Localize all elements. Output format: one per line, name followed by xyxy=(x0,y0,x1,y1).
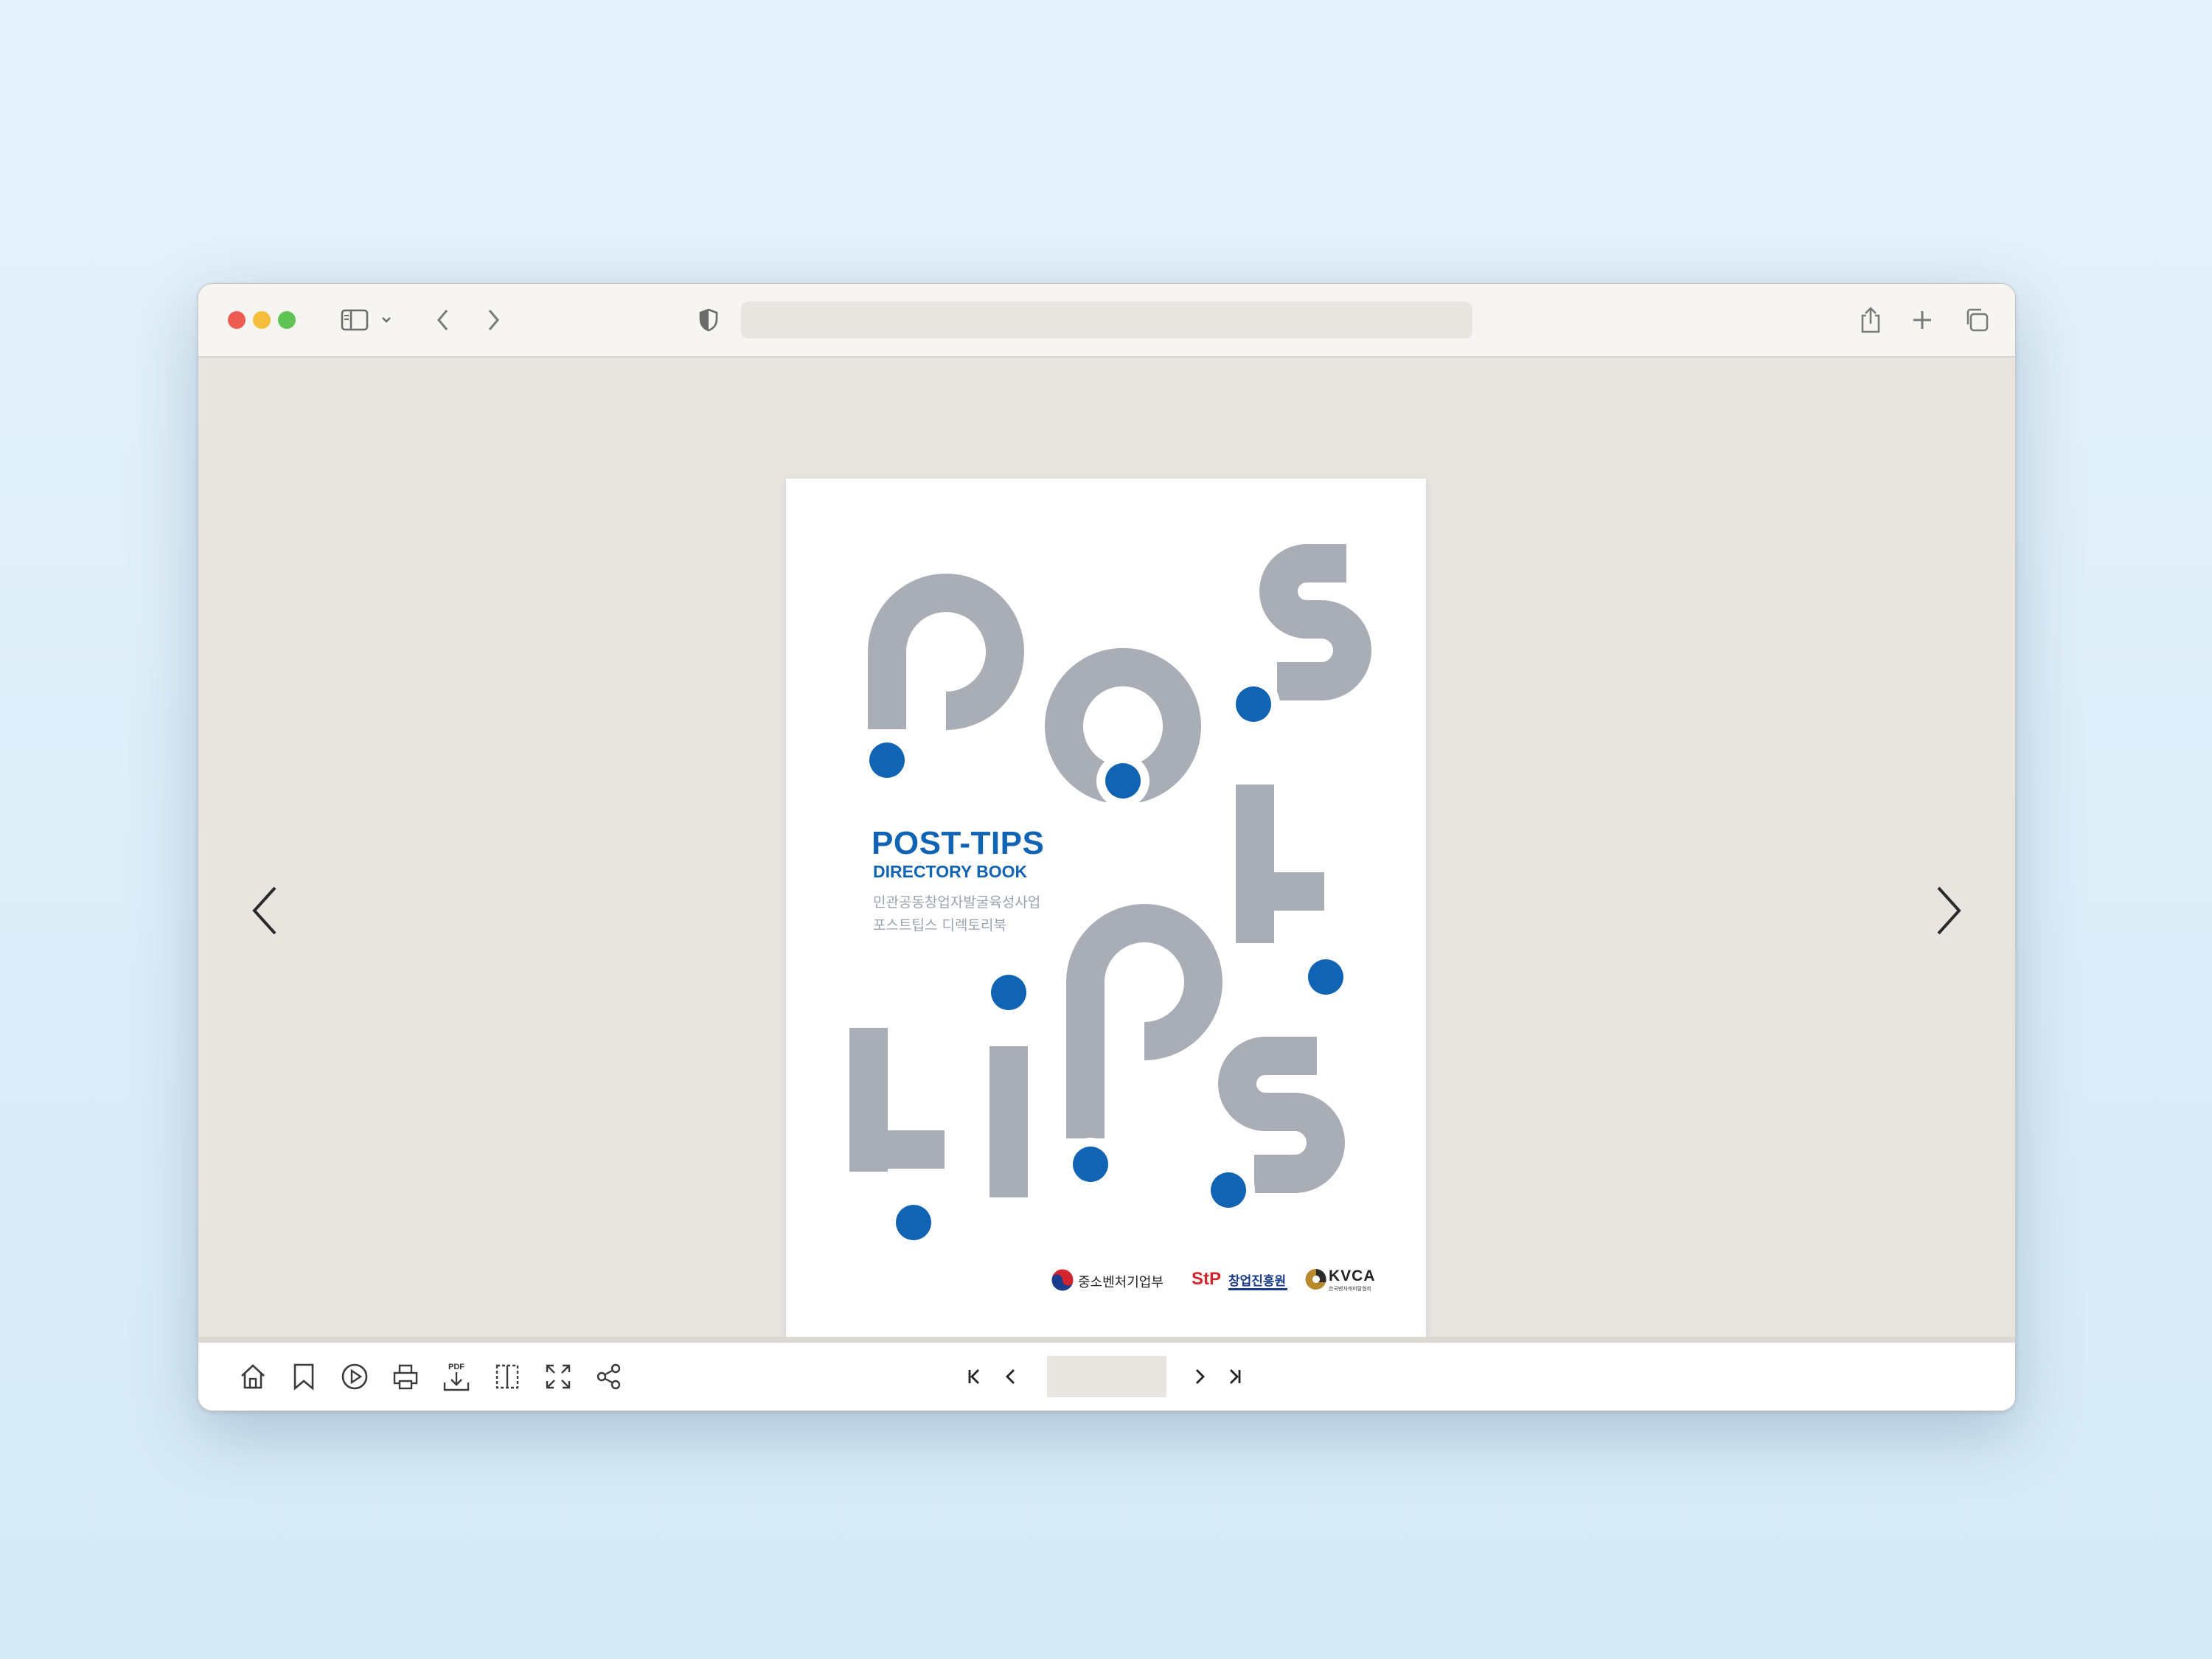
kised-underline xyxy=(1228,1288,1287,1290)
next-page-icon[interactable] xyxy=(1185,1359,1214,1394)
sponsor-logos: 중소벤처기업부 StP 창업진흥원 KVCA 한국벤처캐피탈협회 xyxy=(1004,1263,1376,1298)
ministry-logo-text: 중소벤처기업부 xyxy=(1078,1275,1164,1290)
back-icon[interactable] xyxy=(428,300,458,340)
flipbook-viewer: POST-TIPS DIRECTORY BOOK 민관공동창업자발굴육성사업 포… xyxy=(198,358,2015,1384)
new-tab-icon[interactable] xyxy=(1906,300,1938,340)
browser-window: POST-TIPS DIRECTORY BOOK 민관공동창업자발굴육성사업 포… xyxy=(198,283,2016,1411)
sidebar-icon[interactable] xyxy=(337,300,372,340)
next-page-arrow[interactable] xyxy=(1927,881,1971,940)
kvca-emblem-icon xyxy=(1305,1268,1326,1290)
kised-logo-text: 창업진흥원 xyxy=(1228,1274,1287,1289)
kvca-logo-text: KVCA xyxy=(1329,1267,1376,1284)
browser-toolbar xyxy=(198,284,2015,358)
print-icon[interactable] xyxy=(388,1359,423,1394)
chevron-down-icon[interactable] xyxy=(375,300,397,340)
share-icon[interactable] xyxy=(1854,300,1887,340)
viewer-bottom-toolbar: PDF xyxy=(198,1337,2015,1411)
minimize-window-button[interactable] xyxy=(253,311,271,329)
home-icon[interactable] xyxy=(235,1359,271,1394)
cover-subtitle: DIRECTORY BOOK xyxy=(873,862,1028,881)
previous-page-arrow[interactable] xyxy=(243,881,287,940)
pdf-label: PDF xyxy=(448,1363,465,1371)
first-page-icon[interactable] xyxy=(959,1359,989,1394)
close-window-button[interactable] xyxy=(228,311,246,329)
cover-title: POST-TIPS xyxy=(872,825,1045,861)
last-page-icon[interactable] xyxy=(1220,1359,1250,1394)
bookmark-icon[interactable] xyxy=(286,1359,321,1394)
fullscreen-icon[interactable] xyxy=(540,1359,576,1394)
tabs-icon[interactable] xyxy=(1961,300,1993,340)
share-nodes-icon[interactable] xyxy=(591,1359,627,1394)
pdf-download-icon[interactable]: PDF xyxy=(439,1359,474,1394)
kvca-logo-subtext: 한국벤처캐피탈협회 xyxy=(1329,1286,1371,1292)
cover-korean-line-1: 민관공동창업자발굴육성사업 xyxy=(873,894,1041,911)
forward-icon[interactable] xyxy=(479,300,508,340)
korea-taegeuk-logo-icon xyxy=(1051,1268,1074,1292)
cover-korean-line-2: 포스트팁스 디렉토리북 xyxy=(873,917,1006,933)
page-number-input[interactable] xyxy=(1047,1356,1166,1397)
kised-mark: StP xyxy=(1192,1269,1222,1289)
book-cover-page[interactable]: POST-TIPS DIRECTORY BOOK 민관공동창업자발굴육성사업 포… xyxy=(786,479,1426,1384)
play-icon[interactable] xyxy=(337,1359,372,1394)
single-page-icon[interactable] xyxy=(490,1359,525,1394)
address-bar[interactable] xyxy=(741,302,1472,338)
prev-page-icon[interactable] xyxy=(996,1359,1026,1394)
shield-icon[interactable] xyxy=(694,300,723,340)
zoom-window-button[interactable] xyxy=(278,311,296,329)
